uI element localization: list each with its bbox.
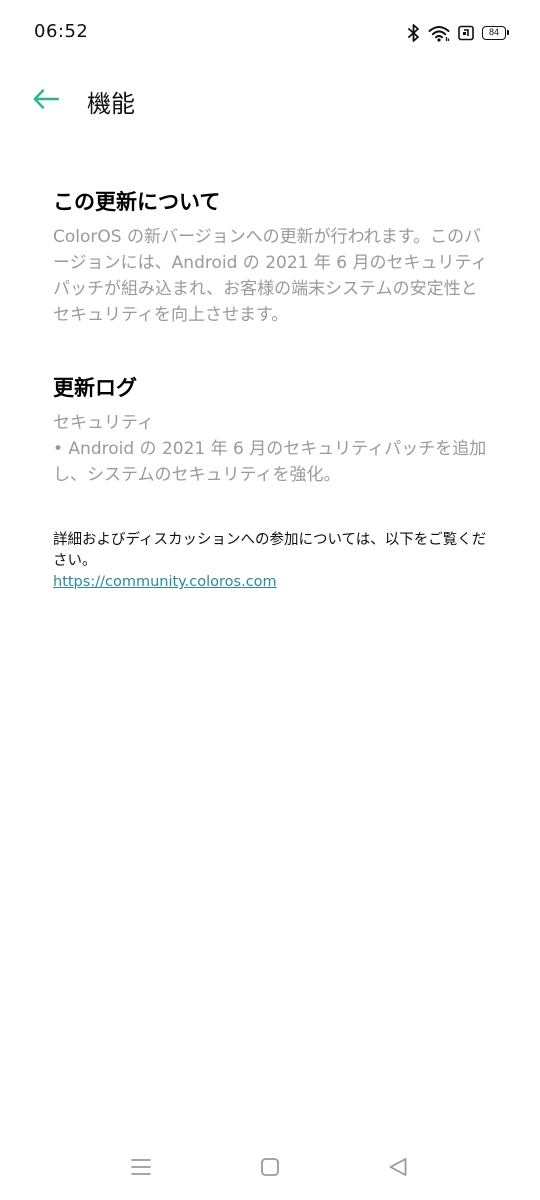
menu-button[interactable] <box>121 1154 161 1184</box>
home-icon <box>260 1157 280 1181</box>
home-button[interactable] <box>250 1154 290 1184</box>
battery-icon: 84 <box>482 26 509 40</box>
changelog-category: セキュリティ <box>53 413 154 433</box>
changelog-section: 更新ログ セキュリティ • Android の 2021 年 6 月のセキュリテ… <box>53 372 493 488</box>
bluetooth-icon <box>408 24 420 42</box>
changelog-body: セキュリティ • Android の 2021 年 6 月のセキュリティパッチを… <box>53 410 493 488</box>
community-link[interactable]: https://community.coloros.com <box>53 572 277 593</box>
about-update-heading: この更新について <box>53 190 221 214</box>
arrow-left-icon <box>33 89 60 113</box>
nfc-icon <box>458 25 474 41</box>
status-time: 06:52 <box>34 21 89 42</box>
page-title: 機能 <box>87 90 135 118</box>
update-details: この更新について ColorOS の新バージョンへの更新が行われます。このバージ… <box>53 186 493 593</box>
about-update-section: この更新について ColorOS の新バージョンへの更新が行われます。このバージ… <box>53 186 493 328</box>
more-info-text: 詳細およびディスカッションへの参加については、以下をご覧ください。 <box>53 532 487 569</box>
system-back-button[interactable] <box>378 1154 418 1184</box>
more-info: 詳細およびディスカッションへの参加については、以下をご覧ください。 https:… <box>53 530 493 593</box>
menu-icon <box>130 1158 152 1180</box>
back-icon <box>388 1157 408 1181</box>
status-icons: 84 <box>408 22 509 44</box>
changelog-heading: 更新ログ <box>53 376 137 400</box>
app-bar: 機能 <box>0 72 540 130</box>
status-bar: 06:52 84 <box>0 0 540 66</box>
changelog-item: • Android の 2021 年 6 月のセキュリティパッチを追加し、システ… <box>53 439 487 485</box>
back-button[interactable] <box>24 82 68 120</box>
navigation-bar <box>0 1140 540 1200</box>
wifi-icon <box>428 25 450 42</box>
about-update-body: ColorOS の新バージョンへの更新が行われます。このバージョンには、Andr… <box>53 227 488 325</box>
